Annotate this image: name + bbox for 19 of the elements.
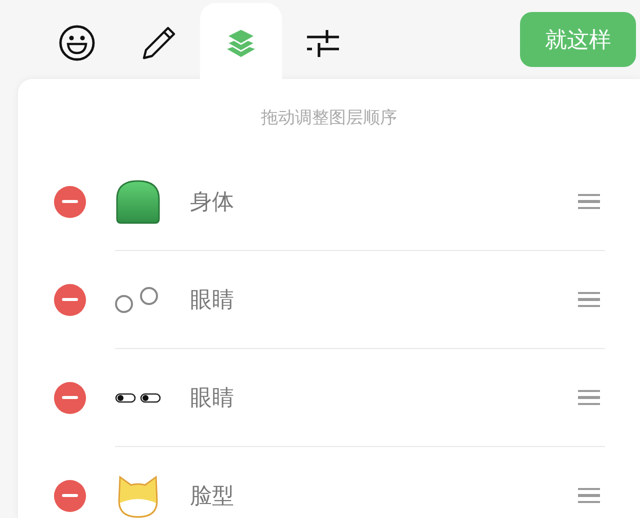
ring-eyes-icon bbox=[115, 286, 161, 314]
remove-button[interactable] bbox=[54, 382, 86, 414]
pill-eyes-icon bbox=[115, 392, 161, 404]
body-shape-icon bbox=[115, 178, 161, 224]
hint-text: 拖动调整图层顺序 bbox=[260, 107, 398, 130]
remove-button[interactable] bbox=[54, 480, 86, 512]
remove-button[interactable] bbox=[54, 186, 86, 218]
remove-button[interactable] bbox=[54, 284, 86, 316]
done-button[interactable]: 就这样 bbox=[520, 12, 636, 67]
pencil-icon bbox=[141, 24, 177, 60]
drag-handle-icon[interactable] bbox=[578, 194, 600, 210]
layer-name: 眼睛 bbox=[190, 384, 235, 412]
layer-name: 身体 bbox=[190, 188, 235, 216]
drag-handle-icon[interactable] bbox=[578, 292, 600, 308]
layer-name: 眼睛 bbox=[190, 286, 235, 314]
drag-handle-icon[interactable] bbox=[578, 488, 600, 504]
drag-handle-icon[interactable] bbox=[578, 390, 600, 406]
smiley-icon bbox=[58, 24, 96, 62]
layer-name: 脸型 bbox=[190, 482, 235, 510]
